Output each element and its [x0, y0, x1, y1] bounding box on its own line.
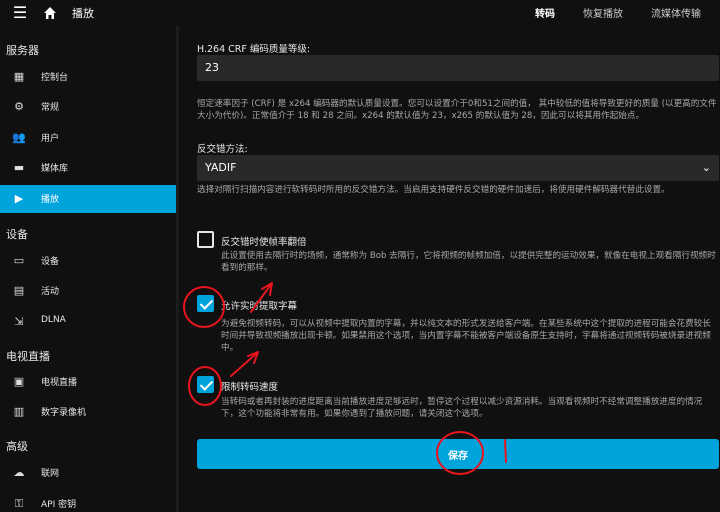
sidebar-item-label: 控制台 [41, 73, 69, 83]
crf-value: 23 [205, 61, 219, 74]
sidebar-item-devices[interactable]: ▭ 设备 [0, 247, 176, 275]
sidebar-item-dashboard[interactable]: ▦ 控制台 [0, 63, 176, 91]
sidebar-item-dlna[interactable]: ⇲ DLNA [0, 308, 176, 336]
sidebar-item-label: 用户 [41, 134, 60, 144]
double-rate-help: 此设置使用去隔行时的场频，通常称为 Bob 去隔行，它将视频的帧频加倍，以提供完… [221, 251, 716, 273]
sidebar-item-label: 常规 [41, 103, 60, 113]
sidebar-item-live-tv[interactable]: ▣ 电视直播 [0, 368, 176, 396]
dashboard-icon: ▦ [13, 70, 25, 83]
crf-input[interactable]: 23 [197, 55, 719, 81]
gear-icon: ⚙ [14, 100, 24, 113]
throttle-checkbox[interactable] [197, 376, 214, 393]
sidebar-item-activity[interactable]: ▤ 活动 [0, 277, 176, 305]
throttle-label: 限制转码速度 [221, 382, 279, 393]
activity-icon: ▤ [13, 284, 25, 297]
top-bar: ☰ 播放 转码 恢复播放 流媒体传输 [0, 0, 720, 26]
folder-icon: ▬ [13, 161, 25, 174]
sidebar-item-dvr[interactable]: ▥ 数字录像机 [0, 398, 176, 426]
page-title: 播放 [72, 7, 94, 20]
throttle-help: 当转码或者再封装的进度距离当前播放进度足够远时，暂停这个过程以减少资源消耗。当观… [221, 397, 703, 419]
section-server: 服务器 [6, 44, 39, 57]
key-icon: ⚿ [14, 497, 24, 510]
cloud-icon: ☁ [13, 466, 25, 479]
sidebar: 服务器 ▦ 控制台 ⚙ 常规 👥 用户 ▬ 媒体库 ▶ 播放 设备 ▭ 设备 ▤… [0, 26, 176, 512]
sidebar-item-label: API 密钥 [41, 500, 77, 510]
double-rate-checkbox[interactable] [197, 231, 214, 248]
play-icon: ▶ [14, 192, 24, 205]
extract-subtitles-help: 为避免视频转码，可以从视频中提取内置的字幕，并以纯文本的形式发送给客户端。在某些… [221, 319, 711, 353]
users-icon: 👥 [12, 131, 26, 144]
deinterlace-help: 选择对隔行扫描内容进行软转码时所用的反交错方法。当启用支持硬件反交错的硬件加速后… [197, 185, 670, 195]
menu-icon[interactable]: ☰ [10, 3, 30, 23]
devices-icon: ▭ [13, 254, 25, 267]
section-devices: 设备 [6, 228, 28, 241]
crf-label: H.264 CRF 编码质量等级: [197, 44, 311, 55]
save-button-label: 保存 [448, 451, 468, 462]
sidebar-item-label: 媒体库 [41, 164, 69, 174]
live-tv-icon: ▣ [13, 375, 25, 388]
sidebar-item-general[interactable]: ⚙ 常规 [0, 93, 176, 121]
deinterlace-label: 反交错方法: [197, 144, 248, 155]
sidebar-item-label: 播放 [41, 195, 60, 205]
dvr-icon: ▥ [13, 405, 25, 418]
tab-transcoding[interactable]: 转码 [535, 5, 555, 20]
sidebar-item-label: 电视直播 [41, 378, 78, 388]
tab-resume[interactable]: 恢复播放 [583, 5, 623, 20]
sidebar-item-users[interactable]: 👥 用户 [0, 124, 176, 152]
sidebar-item-networking[interactable]: ☁ 联网 [0, 459, 176, 487]
save-button[interactable]: 保存 [197, 439, 719, 469]
sidebar-item-label: 活动 [41, 287, 60, 297]
dlna-icon: ⇲ [14, 315, 24, 328]
sidebar-item-label: 设备 [41, 257, 60, 267]
main-content: H.264 CRF 编码质量等级: 23 恒定速率因子 (CRF) 是 x264… [179, 26, 720, 512]
extract-subtitles-checkbox[interactable] [197, 295, 214, 312]
section-advanced: 高级 [6, 440, 28, 453]
sidebar-item-playback[interactable]: ▶ 播放 [0, 185, 176, 213]
chevron-down-icon: ⌄ [701, 161, 711, 174]
extract-subtitles-label: 允许实时提取字幕 [221, 301, 298, 312]
deinterlace-select[interactable]: YADIF ⌄ [197, 155, 719, 181]
section-live-tv: 电视直播 [6, 350, 50, 363]
tab-streaming[interactable]: 流媒体传输 [651, 5, 701, 20]
home-icon[interactable] [40, 3, 60, 23]
sidebar-item-label: 联网 [41, 469, 60, 479]
deinterlace-value: YADIF [205, 161, 237, 174]
sidebar-item-libraries[interactable]: ▬ 媒体库 [0, 154, 176, 182]
crf-help: 恒定速率因子 (CRF) 是 x264 编码器的默认质量设置。您可以设置介于0和… [197, 99, 717, 121]
sidebar-item-api-keys[interactable]: ⚿ API 密钥 [0, 490, 176, 512]
sidebar-item-label: DLNA [41, 315, 66, 325]
sidebar-item-label: 数字录像机 [41, 408, 87, 418]
double-rate-label: 反交错时使帧率翻倍 [221, 237, 307, 248]
